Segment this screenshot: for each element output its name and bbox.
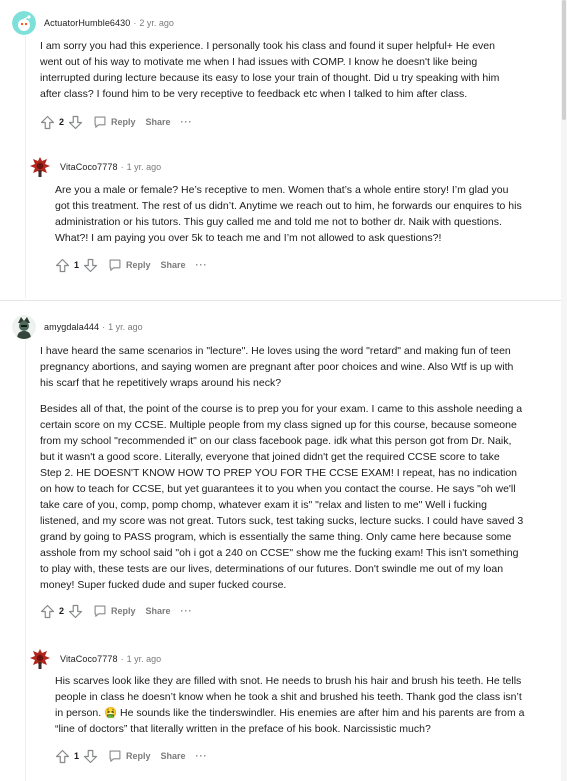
- reply-bubble-icon: [94, 605, 106, 617]
- meta-separator: ·: [120, 654, 124, 664]
- comment-paragraph: His scarves look like they are filled wi…: [55, 673, 525, 737]
- upvote-arrow-icon[interactable]: [40, 604, 55, 619]
- comment-header: amygdala444 · 1 yr. ago: [12, 315, 527, 339]
- vote-controls: 1: [55, 749, 98, 764]
- comment-header: ActuatorHumble6430 · 2 yr. ago: [12, 11, 527, 35]
- red-creature-avatar-icon[interactable]: [28, 647, 52, 671]
- thread-divider: [0, 300, 567, 301]
- comment-header: VitaCoco7778 · 1 yr. ago: [28, 155, 528, 179]
- reply-button[interactable]: Reply: [108, 749, 151, 763]
- upvote-arrow-icon[interactable]: [40, 115, 55, 130]
- comment-body: I have heard the same scenarios in "lect…: [40, 343, 524, 593]
- scrollbar-thumb[interactable]: [562, 0, 566, 120]
- comment-paragraph: I have heard the same scenarios in "lect…: [40, 345, 514, 389]
- meta-separator: ·: [133, 18, 137, 28]
- vote-controls: 1: [55, 258, 98, 273]
- comment-paragraph: I am sorry you had this experience. I pe…: [40, 40, 500, 100]
- downvote-arrow-icon[interactable]: [68, 115, 83, 130]
- comment-actuatorhumble6430: ActuatorHumble6430 · 2 yr. ago I am sorr…: [12, 11, 527, 133]
- comment-author[interactable]: VitaCoco7778: [60, 654, 118, 664]
- reply-label: Reply: [111, 606, 136, 616]
- downvote-arrow-icon[interactable]: [83, 749, 98, 764]
- comment-paragraph: Besides all of that, the point of the co…: [40, 403, 524, 591]
- page-scrollbar[interactable]: [561, 0, 567, 781]
- vote-count: 2: [59, 117, 65, 127]
- upvote-arrow-icon[interactable]: [55, 258, 70, 273]
- reply-label: Reply: [111, 117, 136, 127]
- comment-actions: 2 Reply Share ···: [40, 111, 527, 133]
- reply-label: Reply: [126, 260, 151, 270]
- vote-count: 1: [74, 751, 80, 761]
- downvote-arrow-icon[interactable]: [83, 258, 98, 273]
- teal-snoo-avatar-icon[interactable]: [12, 11, 36, 35]
- more-options-button[interactable]: ···: [196, 260, 208, 270]
- reply-button[interactable]: Reply: [108, 258, 151, 272]
- reply-label: Reply: [126, 751, 151, 761]
- meta-separator: ·: [102, 322, 106, 332]
- more-options-button[interactable]: ···: [181, 606, 193, 616]
- more-options-button[interactable]: ···: [181, 117, 193, 127]
- comment-author[interactable]: VitaCoco7778: [60, 162, 118, 172]
- comment-header: VitaCoco7778 · 1 yr. ago: [28, 647, 528, 671]
- reply-bubble-icon: [109, 259, 121, 271]
- comment-amygdala444: amygdala444 · 1 yr. ago I have heard the…: [12, 315, 527, 622]
- reply-button[interactable]: Reply: [93, 604, 136, 618]
- red-creature-avatar-icon[interactable]: [28, 155, 52, 179]
- comment-actions: 1 Reply Share ···: [55, 254, 528, 276]
- upvote-arrow-icon[interactable]: [55, 749, 70, 764]
- vote-controls: 2: [40, 604, 83, 619]
- comment-timestamp[interactable]: 1 yr. ago: [127, 654, 162, 664]
- vote-count: 1: [74, 260, 80, 270]
- comment-vitacoco7778-second: VitaCoco7778 · 1 yr. ago His scarves loo…: [28, 647, 528, 767]
- share-button[interactable]: Share: [146, 117, 171, 127]
- comment-vitacoco7778: VitaCoco7778 · 1 yr. ago Are you a male …: [28, 155, 528, 276]
- vote-controls: 2: [40, 115, 83, 130]
- comment-body: I am sorry you had this experience. I pe…: [40, 38, 520, 102]
- comment-timestamp[interactable]: 2 yr. ago: [139, 18, 174, 28]
- meta-separator: ·: [120, 162, 124, 172]
- dark-character-avatar-icon[interactable]: [12, 315, 36, 339]
- vomiting-face-emoji-icon: 🤮: [104, 707, 118, 719]
- comment-author[interactable]: amygdala444: [44, 322, 99, 332]
- comment-author[interactable]: ActuatorHumble6430: [44, 18, 130, 28]
- comment-body: Are you a male or female? He’s receptive…: [55, 182, 525, 246]
- comment-actions: 2 Reply Share ···: [40, 600, 527, 622]
- share-button[interactable]: Share: [161, 751, 186, 761]
- comment-paragraph: Are you a male or female? He’s receptive…: [55, 184, 522, 244]
- share-button[interactable]: Share: [146, 606, 171, 616]
- reply-bubble-icon: [109, 750, 121, 762]
- comment-timestamp[interactable]: 1 yr. ago: [127, 162, 162, 172]
- share-button[interactable]: Share: [161, 260, 186, 270]
- comment-text-part-b: He sounds like the tinderswindler. His e…: [55, 707, 525, 735]
- more-options-button[interactable]: ···: [196, 751, 208, 761]
- downvote-arrow-icon[interactable]: [68, 604, 83, 619]
- comment-timestamp[interactable]: 1 yr. ago: [108, 322, 143, 332]
- comment-body: His scarves look like they are filled wi…: [55, 673, 525, 737]
- comment-actions: 1 Reply Share ···: [55, 745, 528, 767]
- vote-count: 2: [59, 606, 65, 616]
- reply-bubble-icon: [94, 116, 106, 128]
- reply-button[interactable]: Reply: [93, 115, 136, 129]
